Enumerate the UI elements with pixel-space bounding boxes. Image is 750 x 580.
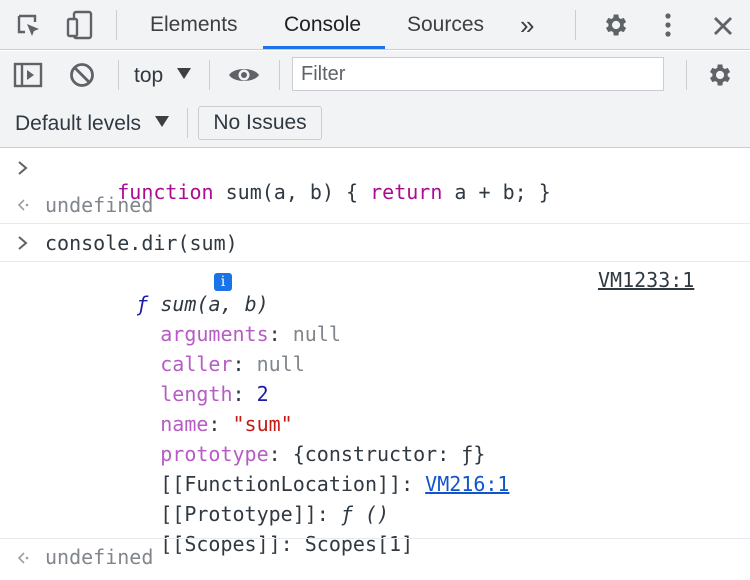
divider bbox=[118, 60, 119, 90]
chevron-right-icon bbox=[18, 236, 28, 250]
live-expression-eye-icon[interactable] bbox=[226, 60, 262, 90]
divider bbox=[209, 60, 210, 90]
context-selector[interactable]: top bbox=[134, 64, 192, 88]
chevron-right-icon bbox=[18, 161, 28, 175]
devtools-tab-bar: Elements Console Sources » bbox=[0, 0, 750, 50]
divider bbox=[187, 108, 188, 138]
object-tree: ƒ sum(a, b) i VM1233:1 arguments: null c… bbox=[0, 262, 750, 556]
return-arrow-icon bbox=[17, 199, 29, 211]
default-levels-label: Default levels bbox=[15, 112, 142, 135]
console-result-row: undefined bbox=[0, 186, 750, 223]
result-value: undefined bbox=[45, 545, 154, 569]
console-input-row: console.dir(sum) bbox=[0, 224, 750, 261]
function-location-link[interactable]: VM216:1 bbox=[425, 472, 509, 496]
tab-sources[interactable]: Sources bbox=[407, 0, 484, 50]
divider bbox=[686, 60, 687, 90]
console-command[interactable]: console.dir(sum) bbox=[45, 231, 238, 255]
console-input-row: function sum(a, b) { return a + b; } bbox=[0, 149, 750, 204]
dropdown-arrow-icon bbox=[154, 116, 169, 127]
default-levels-dropdown[interactable]: Default levels bbox=[15, 112, 169, 136]
settings-gear-icon[interactable] bbox=[600, 10, 630, 40]
console-settings-gear-icon[interactable] bbox=[704, 60, 734, 90]
divider bbox=[575, 10, 576, 40]
active-tab-indicator bbox=[263, 46, 385, 49]
dropdown-arrow-icon bbox=[177, 68, 192, 79]
return-arrow-icon bbox=[17, 552, 29, 564]
more-tabs-button[interactable]: » bbox=[520, 0, 534, 50]
source-link[interactable]: VM1233:1 bbox=[598, 268, 694, 292]
clear-console-icon[interactable] bbox=[67, 60, 97, 90]
more-options-icon[interactable] bbox=[656, 10, 680, 40]
close-icon[interactable] bbox=[708, 11, 738, 41]
issues-button[interactable]: No Issues bbox=[198, 106, 322, 140]
filter-input[interactable] bbox=[292, 57, 664, 91]
console-result-row: undefined bbox=[0, 539, 750, 574]
sidebar-toggle-icon[interactable] bbox=[12, 60, 44, 90]
context-selector-label: top bbox=[134, 64, 164, 87]
divider bbox=[279, 60, 280, 90]
tab-elements[interactable]: Elements bbox=[150, 0, 238, 50]
result-value: undefined bbox=[45, 193, 154, 217]
console-toolbar: top bbox=[0, 51, 750, 99]
log-levels-bar: Default levels No Issues bbox=[0, 99, 750, 148]
tab-console[interactable]: Console bbox=[284, 0, 361, 50]
divider bbox=[116, 10, 117, 40]
inspect-element-icon[interactable] bbox=[14, 11, 44, 41]
info-icon[interactable]: i bbox=[214, 273, 232, 291]
device-toolbar-icon[interactable] bbox=[64, 9, 96, 41]
